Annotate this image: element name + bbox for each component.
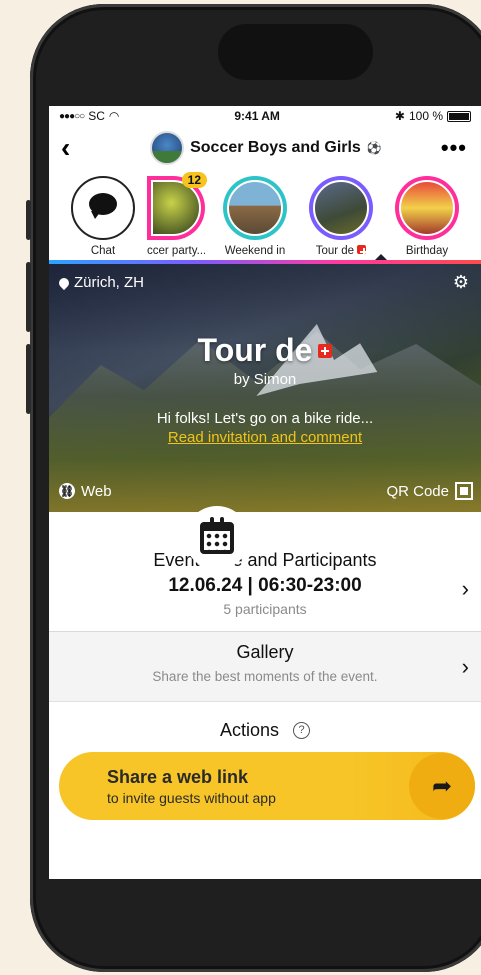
status-bar: ●●●○○ SC ◠ 9:41 AM ✱ 100 %: [49, 106, 481, 126]
calendar-icon: [200, 517, 234, 554]
location[interactable]: Zürich, ZH: [56, 274, 145, 291]
volume-up-button: [26, 262, 31, 332]
location-label: Zürich, ZH: [74, 274, 145, 291]
story-label: Tour de: [316, 245, 367, 257]
app-screen: ●●●○○ SC ◠ 9:41 AM ✱ 100 % ‹ Soccer Boys…: [49, 106, 481, 879]
story-thumbnail: [399, 180, 455, 236]
chevron-right-icon: ›: [461, 576, 469, 601]
bluetooth-icon: ✱: [394, 109, 405, 123]
share-title: Share a web link: [107, 766, 249, 787]
story-ring: [309, 176, 373, 240]
calendar-badge: [185, 506, 249, 570]
dynamic-island: [218, 24, 373, 80]
gallery-subtitle: Share the best moments of the event.: [152, 669, 378, 684]
story-soccer-party[interactable]: 12 ccer party...: [147, 172, 207, 257]
story-birthday[interactable]: Birthday: [391, 176, 463, 257]
story-ring: [395, 176, 459, 240]
web-link-button[interactable]: ⛓ Web: [59, 483, 112, 500]
share-subtitle: to invite guests without app: [107, 789, 276, 806]
gear-icon[interactable]: ⚙: [453, 272, 469, 293]
participants-count: 5 participants: [223, 601, 307, 617]
story-label: Chat: [90, 245, 116, 257]
group-avatar: [150, 131, 185, 165]
group-title-area[interactable]: Soccer Boys and Girls ⚽: [150, 131, 382, 165]
actions-header: Actions ?: [49, 702, 481, 748]
qr-code-icon: [455, 482, 473, 500]
story-tour-de[interactable]: Tour de: [305, 176, 377, 257]
swiss-flag-icon: [357, 245, 367, 256]
chat-ring: [71, 176, 135, 240]
event-organizer: by Simon: [233, 371, 297, 388]
back-chevron-icon[interactable]: ‹: [61, 134, 91, 162]
signal-icon: ●●●○○: [59, 110, 85, 122]
event-date-title: Event Date and Participants: [153, 550, 377, 570]
battery-icon: [447, 110, 471, 122]
event-description: Hi folks! Let's go on a bike ride...: [156, 410, 374, 427]
read-invitation-link[interactable]: Read invitation and comment: [49, 429, 481, 446]
qr-code-button[interactable]: QR Code: [386, 482, 473, 500]
more-options-icon[interactable]: •••: [441, 135, 467, 161]
web-label: Web: [81, 482, 112, 500]
share-arrow-icon[interactable]: ➦: [409, 753, 475, 819]
story-thumbnail: [227, 180, 283, 236]
story-ring: 12: [147, 172, 207, 240]
story-chat[interactable]: Chat: [67, 176, 139, 257]
stories-bar: Chat 12 ccer party... Weekend in Tour de: [49, 170, 481, 264]
story-thumbnail: [313, 180, 369, 236]
swiss-flag-icon: [318, 343, 333, 358]
wifi-icon: ◠: [108, 109, 120, 123]
qr-label: QR Code: [386, 482, 449, 500]
volume-down-button: [26, 344, 31, 414]
event-title: Tour de: [198, 332, 333, 369]
event-hero: Zürich, ZH ⚙ Tour de by Simon Hi folks! …: [49, 264, 481, 512]
carrier-label: SC: [88, 109, 105, 123]
gallery-title: Gallery: [236, 642, 294, 662]
help-icon[interactable]: ?: [293, 721, 311, 739]
event-date-section[interactable]: Event Date and Participants 12.06.24 | 0…: [49, 512, 481, 632]
unread-badge: 12: [181, 172, 207, 188]
soccer-icon: ⚽: [366, 141, 382, 155]
actions-title: Actions: [219, 719, 280, 740]
map-pin-icon: [56, 275, 72, 290]
story-label: Weekend in: [224, 245, 286, 257]
story-weekend[interactable]: Weekend in: [219, 176, 291, 257]
share-web-link-button[interactable]: Share a web link to invite guests withou…: [59, 752, 475, 820]
nav-header: ‹ Soccer Boys and Girls ⚽ •••: [49, 126, 481, 170]
side-button: [26, 200, 31, 240]
link-icon: ⛓: [59, 483, 75, 499]
story-ring: [223, 176, 287, 240]
story-label: Birthday: [405, 245, 449, 257]
gallery-section[interactable]: Gallery Share the best moments of the ev…: [49, 632, 481, 702]
story-label: ccer party...: [147, 245, 205, 257]
story-thumbnail: [151, 180, 201, 236]
status-time: 9:41 AM: [234, 109, 280, 123]
chevron-right-icon: ›: [461, 654, 469, 679]
group-title: Soccer Boys and Girls: [190, 139, 361, 156]
battery-label: 100 %: [408, 109, 443, 123]
event-date-value: 12.06.24 | 06:30-23:00: [168, 575, 362, 596]
